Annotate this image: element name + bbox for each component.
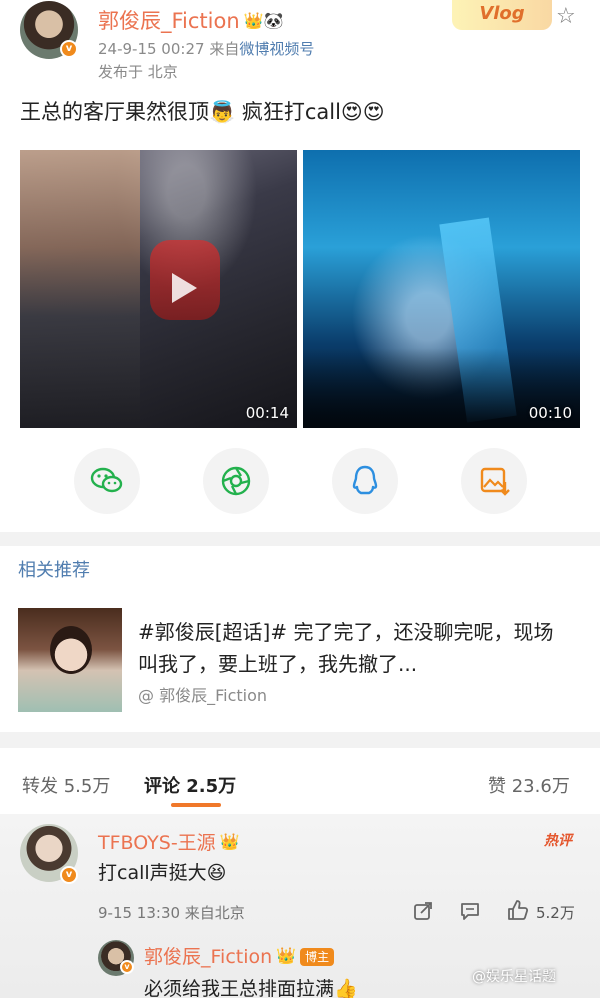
reply-author-text[interactable]: 郭俊辰_Fiction <box>144 946 272 968</box>
post-timestamp: 24-9-15 00:27 <box>98 40 205 58</box>
author-name-text[interactable]: 郭俊辰_Fiction <box>98 9 240 33</box>
video-thumbnail-1[interactable]: 00:14 <box>20 150 297 428</box>
moments-icon <box>221 466 251 496</box>
comment-meta: 9-15 13:30 来自北京 <box>98 904 245 922</box>
tab-likes-count: 23.6万 <box>511 776 570 797</box>
tab-comments-count: 2.5万 <box>186 776 237 797</box>
related-thumbnail[interactable] <box>18 608 122 712</box>
interaction-tabs: 转发 5.5万 评论 2.5万 赞 23.6万 <box>0 750 600 814</box>
save-image-button[interactable] <box>461 448 527 514</box>
verified-badge-icon: v <box>120 960 134 974</box>
share-icon[interactable] <box>412 900 434 922</box>
comment-like-count: 5.2万 <box>536 904 575 922</box>
commenter-name[interactable]: TFBOYS-王源 👑 <box>98 828 240 855</box>
post-text: 王总的客厅果然很顶👼 疯狂打call😍😍 <box>20 100 385 124</box>
reply-badge-emoji: 👑 <box>276 946 297 965</box>
related-card[interactable]: #郭俊辰[超话]# 完了完了，还没聊完呢，现场叫我了，要上班了，我先撤了... … <box>0 594 600 728</box>
blogger-badge: 博主 <box>300 948 335 966</box>
comment-text: 打call声挺大😆 <box>98 862 227 884</box>
tab-likes-label: 赞 <box>488 776 506 797</box>
share-qq-button[interactable] <box>332 448 398 514</box>
reply-icon[interactable] <box>459 900 481 922</box>
commenter-name-text[interactable]: TFBOYS-王源 <box>98 832 216 854</box>
video-duration-1: 00:14 <box>245 404 289 422</box>
tab-comments-label: 评论 <box>144 776 180 797</box>
tab-repost[interactable]: 转发 5.5万 <box>22 772 110 798</box>
related-title[interactable]: #郭俊辰[超话]# 完了完了，还没聊完呢，现场叫我了，要上班了，我先撤了... <box>138 616 558 680</box>
commenter-badge-emoji: 👑 <box>219 832 240 851</box>
tab-comments[interactable]: 评论 2.5万 <box>144 772 236 798</box>
save-image-icon <box>480 467 510 496</box>
watermark: @娱乐星话题 <box>472 969 556 985</box>
tab-repost-count: 5.5万 <box>63 776 111 797</box>
related-author[interactable]: @ 郭俊辰_Fiction <box>138 682 267 706</box>
section-divider <box>0 532 600 546</box>
video-thumbnail-2[interactable]: 00:10 <box>303 150 580 428</box>
share-moments-button[interactable] <box>203 448 269 514</box>
reply-author[interactable]: 郭俊辰_Fiction 👑 博主 <box>144 942 335 969</box>
source-link[interactable]: 微博视频号 <box>239 40 314 58</box>
author-name[interactable]: 郭俊辰_Fiction 👑🐼 <box>98 5 284 35</box>
tab-repost-label: 转发 <box>22 776 58 797</box>
hot-comment-badge: 热评 <box>544 833 572 849</box>
like-icon[interactable] <box>506 898 530 922</box>
source-prefix: 来自 <box>209 40 240 58</box>
post-location: 发布于 北京 <box>98 63 178 81</box>
verified-badge-icon: v <box>60 40 78 58</box>
verified-badge-icon: v <box>60 866 78 884</box>
post-meta: 24-9-15 00:27 来自微博视频号 <box>98 38 314 59</box>
reply-text: 必须给我王总排面拉满👍 <box>144 978 358 998</box>
author-badge-emojis: 👑🐼 <box>243 11 284 30</box>
video-duration-2: 00:10 <box>528 404 572 422</box>
vlog-tag: Vlog <box>452 0 552 30</box>
qq-icon <box>352 465 378 495</box>
section-divider <box>0 732 600 748</box>
share-wechat-button[interactable] <box>74 448 140 514</box>
tab-likes[interactable]: 赞 23.6万 <box>488 772 570 798</box>
active-tab-indicator <box>171 803 221 807</box>
post-header: v 郭俊辰_Fiction 👑🐼 24-9-15 00:27 来自微博视频号 发布… <box>0 0 600 92</box>
wechat-icon <box>90 467 123 493</box>
favorite-star-icon[interactable]: ☆ <box>556 6 578 28</box>
related-header: 相关推荐 <box>18 560 90 581</box>
play-icon[interactable] <box>162 268 202 308</box>
